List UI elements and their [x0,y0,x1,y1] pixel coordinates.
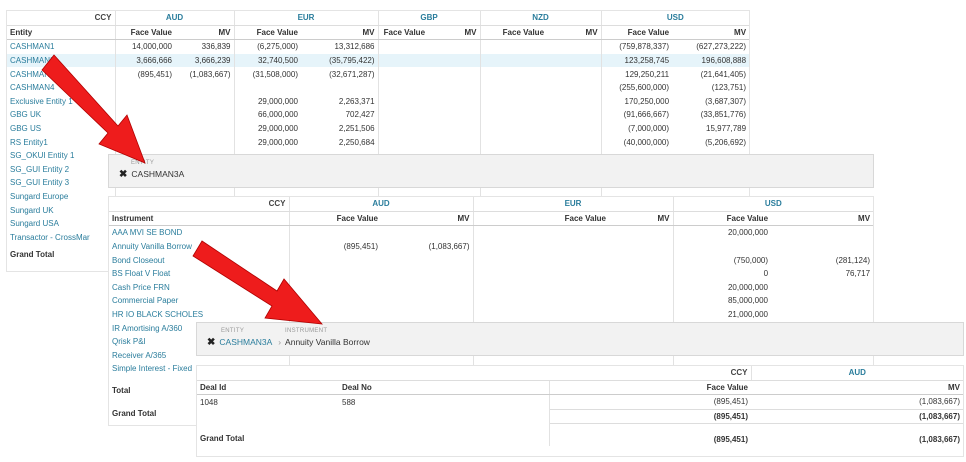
annotation-arrows [41,54,323,325]
red-arrow-icon [192,240,323,325]
red-arrow-icon [41,54,146,164]
